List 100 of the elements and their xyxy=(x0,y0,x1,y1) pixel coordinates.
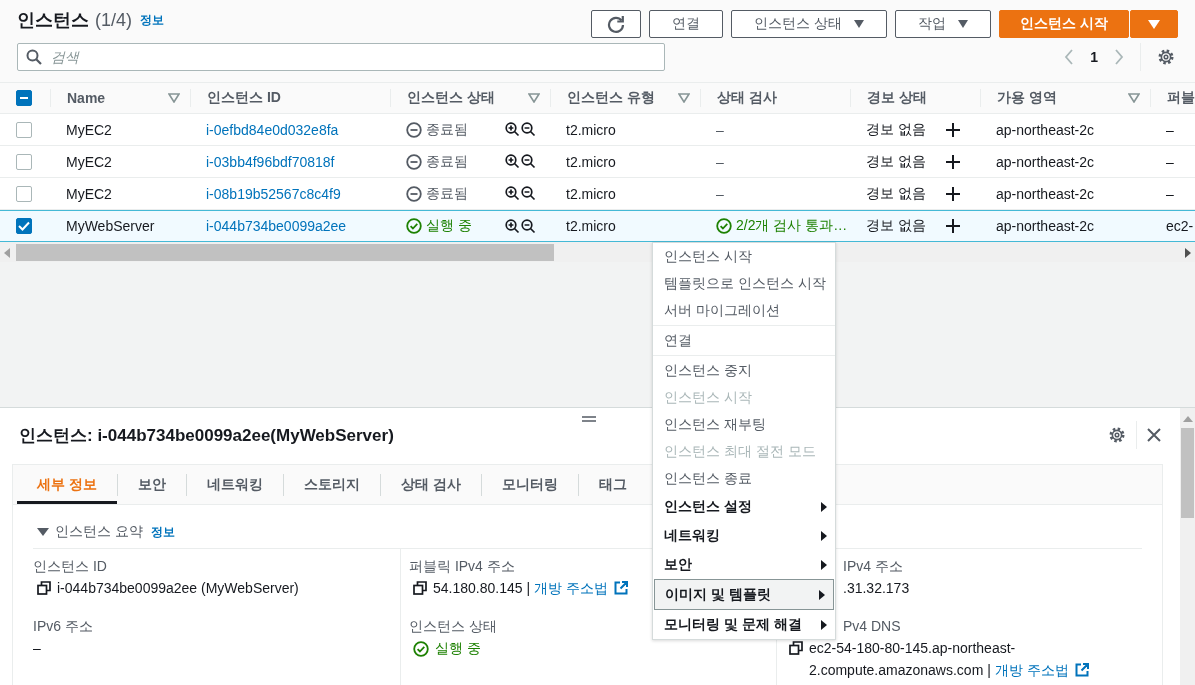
plus-icon[interactable] xyxy=(946,219,960,233)
table-cell-text: t2.micro xyxy=(565,152,617,172)
sort-icon[interactable] xyxy=(168,93,180,103)
menu-item[interactable]: 연결 xyxy=(653,327,835,354)
dropdown-button[interactable]: 작업 xyxy=(895,10,992,38)
column-header: 상태 검사 xyxy=(717,89,777,107)
search-field[interactable]: 검색 xyxy=(17,43,665,71)
table-cell-text: ap-northeast-2c xyxy=(995,184,1096,204)
menu-item[interactable]: 템플릿으로 인스턴스 시작 xyxy=(653,270,835,297)
checkmark-icon xyxy=(18,221,30,231)
table-cell-text: ap-northeast-2c xyxy=(995,120,1096,140)
column-header: 인스턴스 상태 xyxy=(407,89,495,107)
copy-icon[interactable] xyxy=(37,581,51,595)
launch-dropdown-button[interactable] xyxy=(1130,10,1178,38)
select-all-checkbox[interactable] xyxy=(16,90,32,106)
page-number[interactable]: 1 xyxy=(1090,49,1098,65)
info-link[interactable]: 정보 xyxy=(140,11,164,29)
open-address-link[interactable]: 개방 주소법 xyxy=(533,580,628,596)
instance-count: (1/4) xyxy=(95,9,132,31)
plus-icon[interactable] xyxy=(946,122,960,137)
zoom-out-icon[interactable] xyxy=(521,186,536,201)
collapse-caret-icon[interactable] xyxy=(37,527,49,537)
tab[interactable]: 모니터링 xyxy=(481,465,578,504)
vertical-scrollbar[interactable] xyxy=(1180,408,1195,685)
field-value: ec2-54-180-80-145.ap-northeast-2.compute.amazonaws.com | 개방 주소법 xyxy=(809,637,1142,681)
zoom-out-icon[interactable] xyxy=(521,154,536,169)
field-label: 퍼블릭 IPv4 주소 xyxy=(409,557,515,576)
table-cell-text: t2.micro xyxy=(565,120,617,140)
tab[interactable]: 스토리지 xyxy=(283,465,380,504)
menu-item[interactable]: 이미지 및 템플릿 xyxy=(654,579,834,610)
tab[interactable]: 보안 xyxy=(117,465,186,504)
zoom-in-icon[interactable] xyxy=(505,154,520,169)
copy-icon[interactable] xyxy=(413,581,427,595)
sort-icon[interactable] xyxy=(678,93,690,103)
alarm-status: 경보 없음 xyxy=(866,184,926,203)
section-title: 인스턴스 요약 xyxy=(55,523,143,541)
menu-item[interactable]: 보안 xyxy=(653,550,835,579)
menu-item[interactable]: 인스턴스 재부팅 xyxy=(653,411,835,438)
zoom-in-icon[interactable] xyxy=(505,218,520,234)
table-cell-text: ec2- xyxy=(1165,217,1195,236)
column-header: 인스턴스 유형 xyxy=(567,89,655,107)
row-checkbox[interactable] xyxy=(16,218,32,234)
menu-item[interactable]: 모니터링 및 문제 해결 xyxy=(653,610,835,639)
resize-handle-icon[interactable] xyxy=(582,416,596,422)
open-address-link[interactable]: 개방 주소법 xyxy=(994,662,1089,678)
table-cell-text: ap-northeast-2c xyxy=(995,152,1096,172)
field-label: 인스턴스 ID xyxy=(33,557,107,576)
menu-item[interactable]: 인스턴스 시작 xyxy=(653,243,835,270)
table-row[interactable]: MyWebServer i-044b734be0099a2ee 실행 중 t2.micro 2/2개 검사 통과… 경보 없음 ap-northeast-2c ec2- xyxy=(0,210,1195,242)
menu-item[interactable]: 인스턴스 설정 xyxy=(653,492,835,521)
close-icon[interactable] xyxy=(1147,428,1161,442)
field-value: – xyxy=(33,639,41,658)
row-checkbox[interactable] xyxy=(16,153,32,170)
info-link[interactable]: 정보 xyxy=(150,523,175,541)
settings-icon[interactable] xyxy=(1157,48,1175,66)
instance-state: 종료됨 xyxy=(426,184,468,203)
scroll-right-icon[interactable] xyxy=(1185,247,1191,258)
menu-item[interactable]: 인스턴스 중지 xyxy=(653,357,835,384)
alarm-status: 경보 없음 xyxy=(866,120,926,139)
instance-id-link[interactable]: i-0efbd84e0d032e8fa xyxy=(206,121,339,138)
row-checkbox[interactable] xyxy=(16,185,32,202)
instance-state: 종료됨 xyxy=(426,152,468,171)
tab[interactable]: 태그 xyxy=(578,465,647,504)
connect-button[interactable]: 연결 xyxy=(649,10,724,38)
menu-item[interactable]: 서버 마이그레이션 xyxy=(653,297,835,324)
status-check: – xyxy=(716,153,724,170)
menu-item[interactable]: 인스턴스 종료 xyxy=(653,465,835,492)
table-cell-text: MyEC2 xyxy=(65,152,113,172)
plus-icon[interactable] xyxy=(946,186,960,201)
caret-icon xyxy=(1148,19,1160,29)
caret-icon xyxy=(958,20,969,28)
column-header: 인스턴스 ID xyxy=(207,89,281,107)
table-row[interactable]: MyEC2 i-03bb4f96bdf70818f 종료됨 t2.micro – 경보 없음 ap-northeast-2c – xyxy=(0,146,1195,178)
tab[interactable]: 네트워킹 xyxy=(186,465,283,504)
alarm-status: 경보 없음 xyxy=(866,217,926,235)
table-row[interactable]: MyEC2 i-08b19b52567c8c4f9 종료됨 t2.micro – 경보 없음 ap-northeast-2c – xyxy=(0,178,1195,210)
menu-item[interactable]: 네트워킹 xyxy=(653,521,835,550)
table-cell-text: ap-northeast-2c xyxy=(995,217,1096,236)
copy-icon[interactable] xyxy=(789,641,803,655)
dropdown-button[interactable]: 인스턴스 상태 xyxy=(731,10,888,38)
table-cell-text: MyEC2 xyxy=(65,184,113,204)
plus-icon[interactable] xyxy=(946,154,960,169)
external-link-icon xyxy=(613,581,628,595)
sort-icon[interactable] xyxy=(1128,93,1140,103)
zoom-out-icon[interactable] xyxy=(521,122,536,137)
instance-id-link[interactable]: i-03bb4f96bdf70818f xyxy=(206,153,335,170)
instance-id-link[interactable]: i-044b734be0099a2ee xyxy=(206,218,347,234)
table-row[interactable]: MyEC2 i-0efbd84e0d032e8fa 종료됨 t2.micro – 경보 없음 ap-northeast-2c – xyxy=(0,114,1195,146)
settings-icon[interactable] xyxy=(1108,426,1126,444)
zoom-in-icon[interactable] xyxy=(505,122,520,137)
table-cell-text: t2.micro xyxy=(565,184,617,204)
zoom-in-icon[interactable] xyxy=(505,186,520,201)
instance-id-link[interactable]: i-08b19b52567c8c4f9 xyxy=(206,185,341,202)
zoom-out-icon[interactable] xyxy=(521,218,536,234)
tab[interactable]: 상태 검사 xyxy=(380,465,481,504)
sort-icon[interactable] xyxy=(528,93,540,103)
refresh-button[interactable] xyxy=(591,10,642,38)
row-checkbox[interactable] xyxy=(16,121,32,138)
refresh-icon xyxy=(607,15,626,33)
field-value: .31.32.173 xyxy=(843,579,910,598)
